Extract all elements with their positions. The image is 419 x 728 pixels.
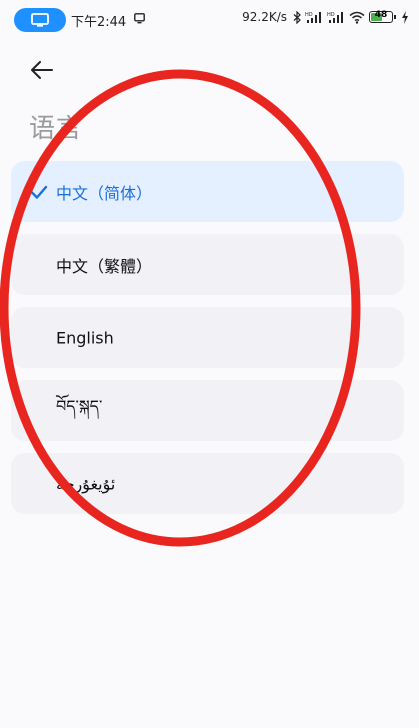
back-button[interactable] (24, 52, 60, 88)
language-label: བོད་སྐད་ (56, 396, 103, 415)
monitor-icon (31, 13, 49, 27)
bluetooth-icon (293, 10, 301, 24)
signal-icon: HD (327, 11, 343, 23)
language-list: 中文（简体） 中文（繁體） English བོད་སྐད་ ئۇيغۇرچە (11, 161, 404, 526)
language-item-english[interactable]: English (11, 307, 404, 368)
battery-icon: 48 (369, 10, 396, 23)
battery-level: 48 (374, 10, 388, 20)
signal-icon: HD (305, 11, 321, 23)
wifi-icon (349, 11, 365, 24)
page-title: 语言 (29, 114, 84, 144)
check-icon (30, 185, 48, 199)
status-bar: 下午2:44 92.2K/s HD HD 48 (0, 0, 419, 40)
language-label: ئۇيغۇرچە (56, 474, 116, 493)
language-label: English (56, 328, 114, 347)
network-speed: 92.2K/s (242, 10, 287, 24)
language-item-uyghur[interactable]: ئۇيغۇرچە (11, 453, 404, 514)
status-time: 下午2:44 (71, 15, 127, 30)
arrow-left-icon (31, 61, 53, 79)
screen-mirror-button[interactable] (14, 8, 66, 32)
language-item-tibetan[interactable]: བོད་སྐད་ (11, 380, 404, 441)
language-item-zh-hans[interactable]: 中文（简体） (11, 161, 404, 222)
svg-text:HD: HD (305, 12, 313, 18)
svg-text:HD: HD (327, 12, 335, 18)
charging-icon (402, 10, 408, 24)
cast-icon (134, 13, 145, 24)
language-label: 中文（简体） (56, 183, 153, 203)
language-label: 中文（繁體） (56, 256, 153, 276)
language-item-zh-hant[interactable]: 中文（繁體） (11, 234, 404, 295)
status-right-group: 92.2K/s HD HD 48 (242, 10, 409, 24)
